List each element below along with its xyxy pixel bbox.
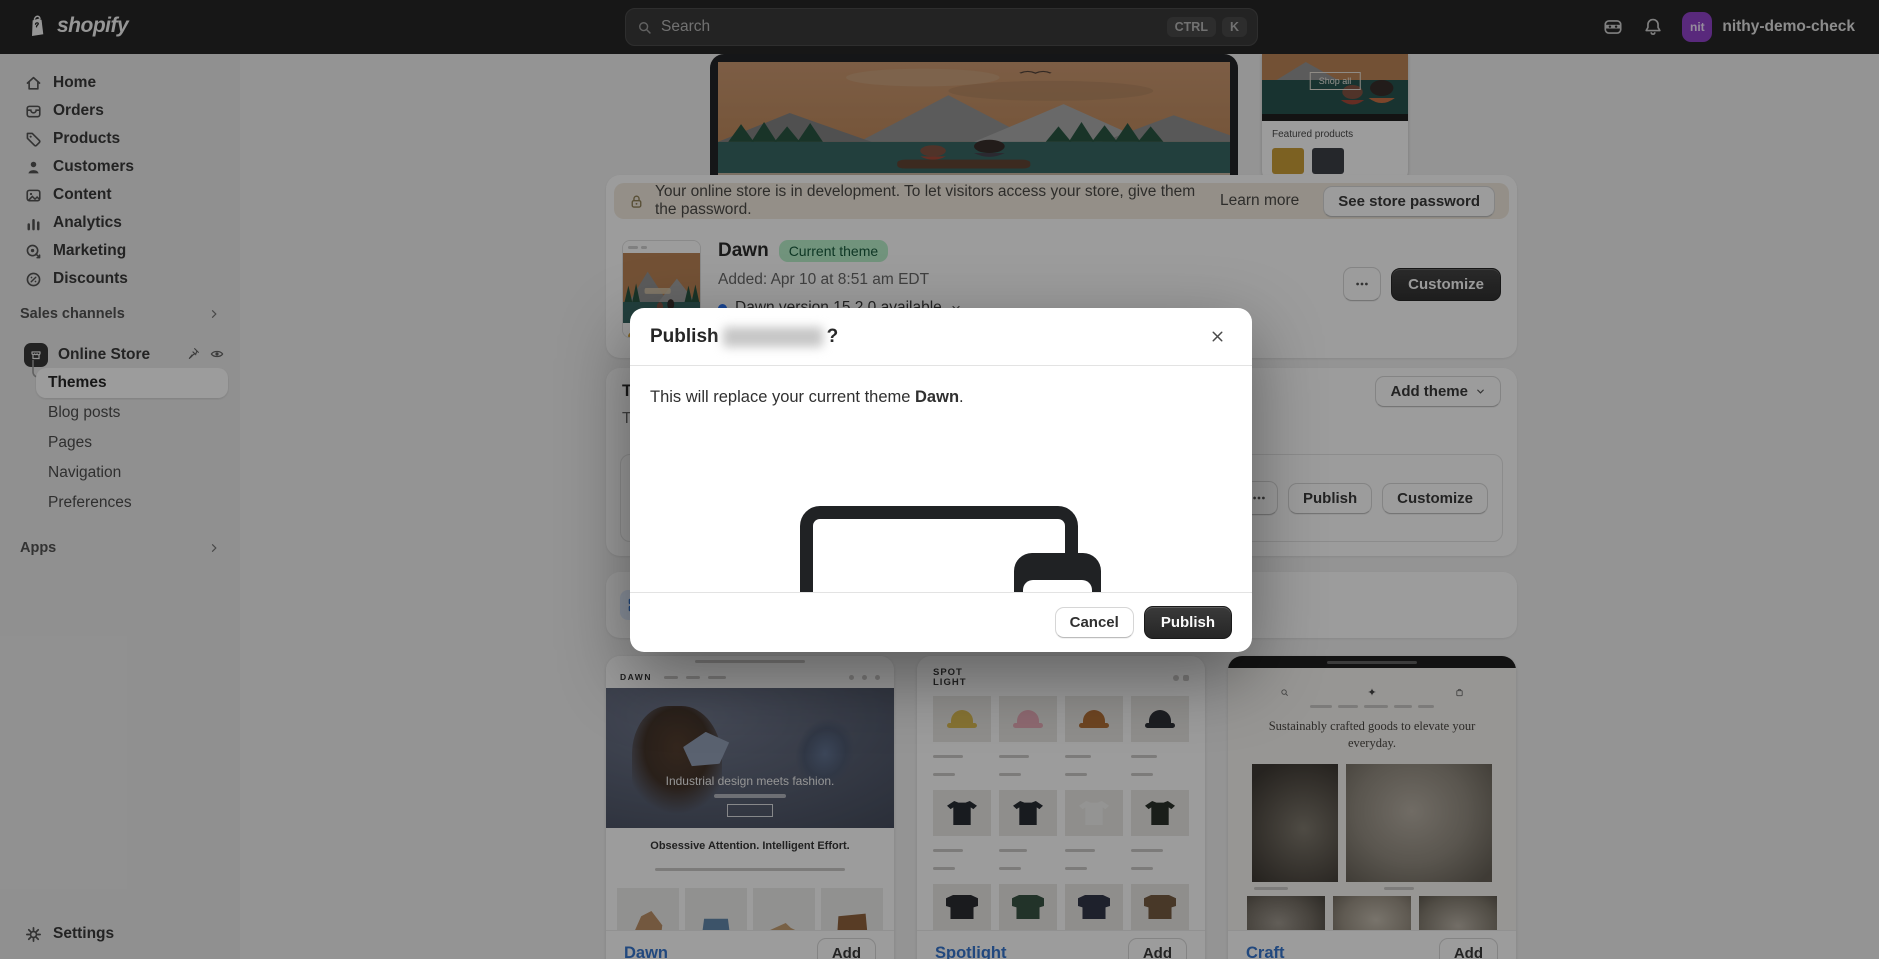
- modal-message-theme: Dawn: [915, 388, 960, 406]
- publish-button[interactable]: Publish: [1143, 605, 1232, 639]
- cancel-button[interactable]: Cancel: [1054, 606, 1134, 638]
- modal-title: Publish ?: [650, 326, 838, 348]
- modal-message-suffix: .: [959, 388, 964, 406]
- redacted-theme-name: [722, 326, 823, 347]
- modal-footer: Cancel Publish: [630, 593, 1252, 651]
- modal-title-suffix: ?: [826, 325, 839, 347]
- close-icon[interactable]: [1202, 322, 1232, 352]
- modal-message: This will replace your current theme Daw…: [650, 388, 964, 407]
- publish-theme-modal: Publish ? This will replace your current…: [630, 308, 1252, 652]
- modal-body: This will replace your current theme Daw…: [630, 366, 1252, 593]
- modal-header: Publish ?: [630, 308, 1252, 366]
- phone-frame-illustration: [1014, 553, 1101, 592]
- modal-message-prefix: This will replace your current theme: [650, 388, 916, 406]
- modal-title-prefix: Publish: [650, 325, 719, 347]
- shopify-admin-screen: shopify Search CTRL K nit nithy-demo-che…: [0, 0, 1879, 959]
